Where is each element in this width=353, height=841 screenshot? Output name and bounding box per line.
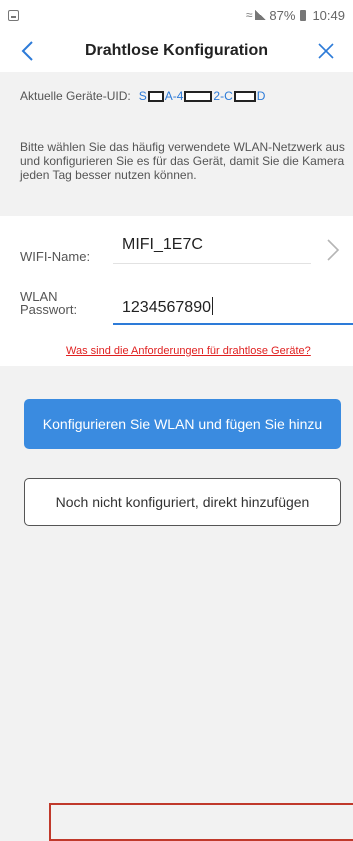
close-button[interactable] [311, 36, 341, 66]
chevron-right-icon [327, 239, 340, 261]
uid-part: A-4 [164, 89, 184, 103]
nav-bar: Drahtlose Konfiguration [0, 30, 353, 72]
status-time: 10:49 [312, 7, 345, 23]
wifi-name-underline [113, 263, 311, 264]
add-without-config-button[interactable]: Noch nicht konfiguriert, direkt hinzufüg… [24, 478, 341, 526]
chevron-left-icon [21, 41, 33, 61]
close-icon [318, 43, 334, 59]
battery-icon [300, 9, 307, 21]
device-uid-row: Aktuelle Geräte-UID: S A-4 2-C D [0, 80, 353, 112]
text-caret [211, 297, 214, 315]
wifi-name-field[interactable]: MIFI_1E7C [122, 236, 203, 254]
instruction-text: Bitte wählen Sie das häufig verwendete W… [20, 140, 345, 182]
configure-wlan-button-label: Konfigurieren Sie WLAN und fügen Sie hin… [42, 416, 323, 432]
wifi-select-chevron[interactable] [326, 238, 340, 267]
add-without-config-button-label: Noch nicht konfiguriert, direkt hinzufüg… [55, 494, 310, 510]
back-button[interactable] [12, 36, 42, 66]
status-bar: ≈ 87% 10:49 [0, 0, 353, 30]
wireless-requirements-link[interactable]: Was sind die Anforderungen für drahtlose… [66, 345, 311, 357]
status-bar-right: ≈ 87% 10:49 [246, 8, 345, 23]
wlan-password-label: WLAN Passwort: [20, 289, 78, 317]
cell-signal-icon [255, 10, 267, 20]
wlan-password-input[interactable]: 1234567890 [122, 297, 214, 317]
device-uid-value: S A-4 2-C D [139, 89, 266, 103]
uid-part: D [256, 89, 266, 103]
uid-part: 2-C [213, 89, 233, 103]
configure-wlan-button[interactable]: Konfigurieren Sie WLAN und fügen Sie hin… [24, 399, 353, 841]
image-icon [8, 9, 19, 21]
device-uid-label: Aktuelle Geräte-UID: [20, 89, 131, 103]
uid-redaction-box [147, 90, 164, 102]
password-value: 1234567890 [122, 299, 211, 316]
password-underline [113, 323, 353, 325]
wifi-signal-icon: ≈ [245, 8, 253, 22]
uid-redaction-box [184, 90, 213, 102]
wifi-name-label: WIFI-Name: [20, 249, 91, 264]
uid-redaction-box [233, 90, 256, 102]
battery-percent: 87% [269, 7, 296, 23]
page-title: Drahtlose Konfiguration [84, 42, 269, 59]
uid-part: S [138, 89, 147, 103]
focus-outline [49, 803, 353, 841]
status-bar-left [8, 9, 19, 21]
